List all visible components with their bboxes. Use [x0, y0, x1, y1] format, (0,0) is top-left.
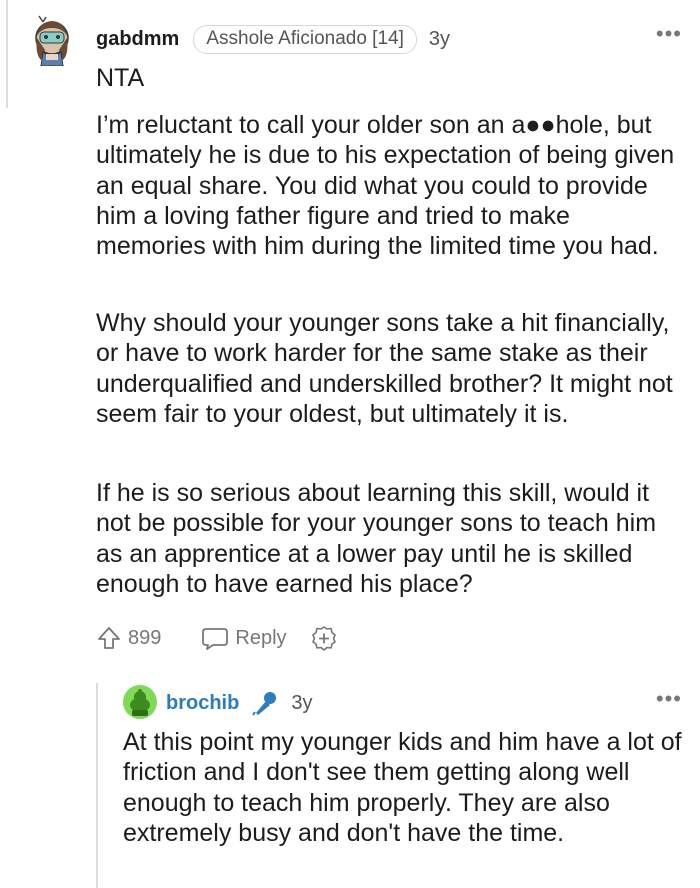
reply-meta: brochib 3y	[166, 688, 312, 718]
user-avatar[interactable]	[33, 14, 71, 67]
comment-paragraph-text: Why should your younger sons take a hit …	[96, 309, 673, 428]
comment-paragraph: I’m reluctant to call your older son an …	[96, 110, 686, 261]
reply-button[interactable]: Reply	[201, 625, 287, 651]
award-plus-icon	[311, 626, 336, 651]
upvote-arrow-icon	[98, 627, 120, 649]
upvote-button[interactable]: 899	[96, 625, 161, 651]
vote-count: 899	[128, 626, 162, 649]
reply-label: Reply	[235, 626, 287, 649]
reply-text: At this point my younger kids and him ha…	[123, 728, 682, 847]
microphone-icon	[252, 692, 277, 716]
reply-timestamp[interactable]: 3y	[291, 692, 312, 715]
comment-paragraph-text: If he is so serious about learning this …	[96, 479, 657, 598]
reply-body: At this point my younger kids and him ha…	[123, 727, 683, 848]
reply-username[interactable]: brochib	[166, 692, 239, 715]
thread-line[interactable]	[6, 0, 8, 108]
comment-actions: 899 Reply	[96, 620, 337, 656]
comment-paragraph: NTA	[96, 63, 686, 93]
reply-more-options-button[interactable]: •••	[656, 688, 682, 710]
comment-paragraph: If he is so serious about learning this …	[96, 478, 686, 599]
comment-paragraph: Why should your younger sons take a hit …	[96, 308, 686, 429]
comment-username[interactable]: gabdmm	[96, 28, 179, 51]
comment-more-options-button[interactable]: •••	[656, 23, 682, 45]
avatar-snoo-icon	[123, 685, 157, 719]
user-flair: Asshole Aficionado [14]	[193, 24, 417, 54]
comment-bubble-icon	[202, 628, 229, 650]
avatar-snoo-icon	[35, 15, 69, 67]
reply-thread-line[interactable]	[96, 683, 98, 888]
comment-meta: gabdmm Asshole Aficionado [14] 3y	[96, 24, 450, 54]
comment-timestamp[interactable]: 3y	[429, 28, 450, 51]
comment-paragraph-text: I’m reluctant to call your older son an …	[96, 111, 675, 261]
award-button[interactable]	[311, 625, 337, 651]
comment-verdict: NTA	[96, 64, 145, 92]
reply-user-avatar[interactable]	[123, 685, 157, 719]
